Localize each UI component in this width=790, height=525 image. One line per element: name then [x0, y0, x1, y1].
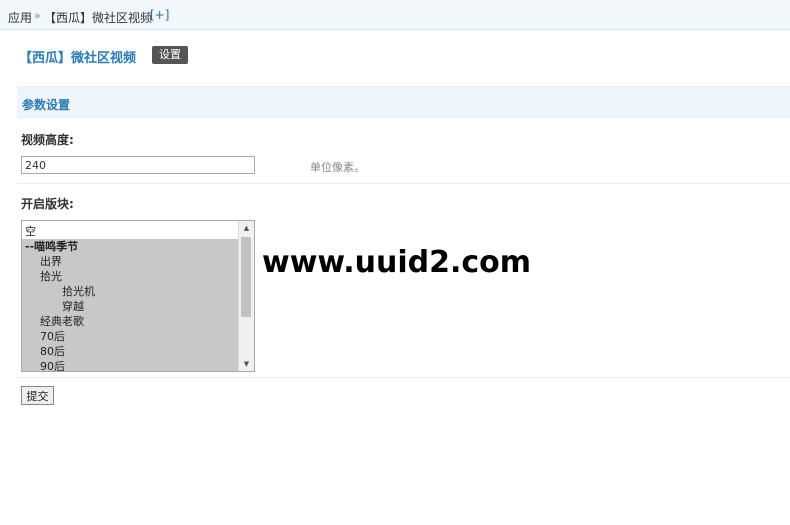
boards-multiselect[interactable]: 空 --喵鸣季节 出界 拾光 拾光机 穿越 经典老歌 70后 80后 90后 ▲ ▼ [21, 220, 255, 372]
board-option[interactable]: 70后 [22, 329, 238, 344]
breadcrumb-apps-link[interactable]: 应用 [8, 9, 32, 26]
board-option[interactable]: 拾光机 [22, 284, 238, 299]
scroll-up-arrow-icon[interactable]: ▲ [239, 221, 254, 235]
board-option[interactable]: 80后 [22, 344, 238, 359]
watermark-text: www.uuid2.com [262, 245, 532, 280]
submit-button[interactable]: 提交 [21, 386, 54, 405]
board-option[interactable]: 90后 [22, 359, 238, 371]
video-height-hint: 单位像素。 [310, 161, 365, 174]
row-divider [17, 183, 790, 184]
video-height-input[interactable] [21, 156, 255, 174]
breadcrumb: 应用 » 【西瓜】微社区视频 [+] [0, 0, 790, 30]
row-divider [17, 377, 790, 378]
settings-button[interactable]: 设置 [152, 46, 188, 64]
board-option[interactable]: 出界 [22, 254, 238, 269]
plugin-title: 【西瓜】微社区视频 [19, 51, 137, 66]
listbox-scrollbar[interactable]: ▲ ▼ [238, 221, 254, 371]
breadcrumb-separator: » [34, 9, 41, 22]
breadcrumb-add-link[interactable]: [+] [150, 8, 169, 22]
board-option[interactable]: 穿越 [22, 299, 238, 314]
board-option[interactable]: 经典老歌 [22, 314, 238, 329]
board-option[interactable]: 拾光 [22, 269, 238, 284]
scroll-down-arrow-icon[interactable]: ▼ [239, 357, 254, 371]
section-header: 参数设置 [17, 86, 790, 118]
section-title: 参数设置 [22, 98, 71, 112]
board-option[interactable]: --喵鸣季节 [22, 239, 238, 254]
breadcrumb-current-plugin[interactable]: 【西瓜】微社区视频 [44, 9, 152, 26]
video-height-label: 视频高度: [21, 133, 74, 147]
boards-label: 开启版块: [21, 197, 74, 211]
board-option[interactable]: 空 [22, 224, 238, 239]
scroll-thumb[interactable] [241, 237, 251, 317]
